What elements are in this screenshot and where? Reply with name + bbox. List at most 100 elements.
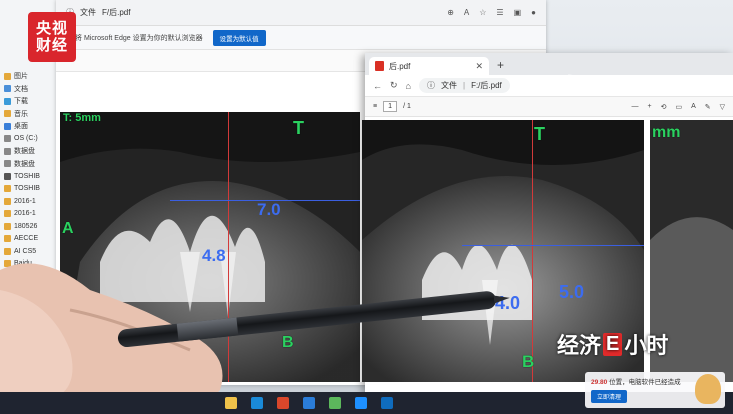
explorer-item[interactable]: 桌面 bbox=[4, 120, 28, 132]
folder-icon bbox=[4, 72, 11, 80]
collections-icon[interactable]: ▣ bbox=[514, 8, 522, 17]
scale-label: T: 5mm bbox=[63, 112, 101, 124]
explorer-item[interactable]: TOSHIB bbox=[4, 183, 40, 195]
draw-icon[interactable]: ✎ bbox=[705, 103, 711, 111]
back-arrow-icon[interactable]: ← bbox=[373, 81, 382, 91]
folder-icon bbox=[4, 235, 11, 242]
set-default-button[interactable]: 设置为默认值 bbox=[212, 29, 266, 46]
explorer-item-label: 文档 bbox=[14, 85, 28, 93]
page-number-input[interactable]: 1 bbox=[383, 101, 398, 112]
measurement-value: 7.0 bbox=[257, 200, 281, 219]
notification-amount: 29.80 bbox=[591, 379, 608, 386]
folder-icon bbox=[4, 135, 11, 142]
read-aloud-icon[interactable]: A bbox=[464, 8, 469, 17]
back-titlebar: ⓘ 文件 F/后.pdf ⊕ A ☆ ☰ ▣ ● bbox=[56, 0, 546, 26]
notification-button[interactable]: 立即清理 bbox=[591, 390, 628, 403]
folder-icon bbox=[4, 185, 11, 192]
edge-icon[interactable] bbox=[355, 397, 367, 409]
back-address-label[interactable]: 文件 bbox=[80, 7, 96, 18]
folder-icon bbox=[4, 172, 11, 180]
folder-icon bbox=[4, 85, 11, 92]
new-tab-button[interactable]: + bbox=[497, 58, 504, 72]
app-icon[interactable] bbox=[329, 397, 341, 409]
explorer-item-label: 180526 bbox=[14, 222, 38, 230]
explorer-item[interactable]: 180526 bbox=[4, 220, 37, 232]
notification-popup[interactable]: 29.80 位置，电脑软件已经造成 立即清理 bbox=[585, 372, 725, 408]
explorer-item-label: 音乐 bbox=[14, 110, 28, 118]
rotate-icon[interactable]: ⟲ bbox=[661, 103, 667, 111]
explorer-item-label: 图片 bbox=[14, 73, 28, 80]
favorites-list-icon[interactable]: ☰ bbox=[496, 8, 503, 17]
mascot-icon bbox=[695, 374, 721, 404]
zoom-out-button[interactable]: — bbox=[631, 103, 638, 111]
explorer-item[interactable]: 2016-1 bbox=[4, 208, 36, 220]
explorer-item[interactable]: AECCE bbox=[4, 233, 38, 245]
default-browser-infobar: 请将 Microsoft Edge 设置为你的默认浏览器 设置为默认值 bbox=[56, 26, 546, 50]
folder-icon bbox=[4, 147, 11, 155]
explorer-item[interactable]: 下载 bbox=[4, 95, 28, 107]
back-tab-title[interactable]: F/后.pdf bbox=[102, 7, 130, 18]
top-marker: T bbox=[293, 118, 304, 138]
explorer-item[interactable]: 2016-1 bbox=[4, 195, 36, 207]
mail-icon[interactable] bbox=[277, 397, 289, 409]
program-logo-part: E bbox=[603, 332, 623, 356]
explorer-item[interactable]: 图片 bbox=[4, 70, 28, 82]
fit-page-icon[interactable]: ▭ bbox=[675, 103, 682, 111]
tab-strip: 后.pdf ✕ + bbox=[365, 53, 733, 75]
explorer-item-label: 数据盘 bbox=[14, 160, 35, 168]
read-aloud-icon[interactable]: A bbox=[691, 103, 696, 111]
pdf-tools: — + ⟲ ▭ A ✎ ▽ bbox=[631, 103, 725, 111]
infobar-text: 请将 Microsoft Edge 设置为你的默认浏览器 bbox=[68, 34, 203, 42]
back-toolbar-icons: ⊕ A ☆ ☰ ▣ ● bbox=[447, 8, 546, 17]
explorer-item[interactable]: 数据盘 bbox=[4, 158, 35, 170]
explorer-item-label: 桌面 bbox=[14, 123, 28, 130]
explorer-item-label: 2016-1 bbox=[14, 210, 36, 217]
explorer-item-label: TOSHIB bbox=[14, 172, 40, 180]
explorer-item-label: OS (C:) bbox=[14, 135, 38, 142]
explorer-item-label: 2016-1 bbox=[14, 197, 36, 205]
contents-icon[interactable]: ≡ bbox=[373, 103, 377, 110]
explorer-item[interactable]: 数据盘 bbox=[4, 145, 35, 157]
channel-logo-line: 央视 bbox=[35, 20, 68, 37]
address-label: 文件 bbox=[440, 81, 457, 90]
address-bar: ← ↻ ⌂ ⓘ 文件 | F:/后.pdf bbox=[365, 75, 733, 97]
refresh-icon[interactable]: ↻ bbox=[390, 80, 398, 91]
page-total: / 1 bbox=[403, 103, 411, 110]
explorer-item-label: TOSHIB bbox=[14, 185, 40, 192]
browser-icon[interactable] bbox=[381, 397, 393, 409]
pdf-file-icon bbox=[375, 61, 384, 71]
favorite-icon[interactable]: ☆ bbox=[479, 8, 486, 17]
screen: 图片 文档 下载 音乐 桌面 OS (C:) 数据盘 数据盘 TOSHIB TOSHIB 2016-… bbox=[0, 0, 733, 414]
explorer-item[interactable]: OS (C:) bbox=[4, 133, 38, 145]
folder-icon bbox=[4, 110, 11, 117]
zoom-icon[interactable]: ⊕ bbox=[447, 8, 454, 17]
hand-left bbox=[0, 290, 73, 400]
explorer-item[interactable]: 音乐 bbox=[4, 108, 28, 120]
close-tab-icon[interactable]: ✕ bbox=[475, 61, 483, 72]
separator: | bbox=[462, 81, 466, 90]
highlight-icon[interactable]: ▽ bbox=[720, 103, 725, 111]
program-logo-part: 经济 bbox=[557, 333, 602, 358]
program-logo-part: 小时 bbox=[624, 333, 669, 358]
bottom-marker: B bbox=[522, 352, 535, 371]
pdf-toolbar: ≡ 1 / 1 — + ⟲ ▭ A ✎ ▽ bbox=[365, 97, 733, 117]
explorer-item-label: 下载 bbox=[14, 98, 28, 105]
measure-line bbox=[462, 245, 644, 246]
home-icon[interactable]: ⌂ bbox=[406, 81, 411, 91]
channel-logo: 央视 财经 bbox=[28, 12, 76, 62]
store-icon[interactable] bbox=[251, 397, 263, 409]
file-explorer-icon[interactable] bbox=[225, 397, 237, 409]
profile-icon[interactable]: ● bbox=[531, 8, 536, 17]
measurement-value: 5.0 bbox=[559, 282, 585, 302]
tab-pdf[interactable]: 后.pdf ✕ bbox=[369, 57, 489, 75]
bottom-marker: B bbox=[282, 334, 294, 351]
explorer-item[interactable]: 文档 bbox=[4, 83, 28, 95]
photos-icon[interactable] bbox=[303, 397, 315, 409]
explorer-item-label: 数据盘 bbox=[14, 148, 35, 155]
folder-icon bbox=[4, 197, 11, 205]
slice-line bbox=[532, 120, 533, 382]
folder-icon bbox=[4, 97, 11, 105]
url-field[interactable]: ⓘ 文件 | F:/后.pdf bbox=[418, 78, 510, 93]
zoom-in-button[interactable]: + bbox=[647, 103, 651, 111]
explorer-item[interactable]: TOSHIB bbox=[4, 170, 40, 182]
